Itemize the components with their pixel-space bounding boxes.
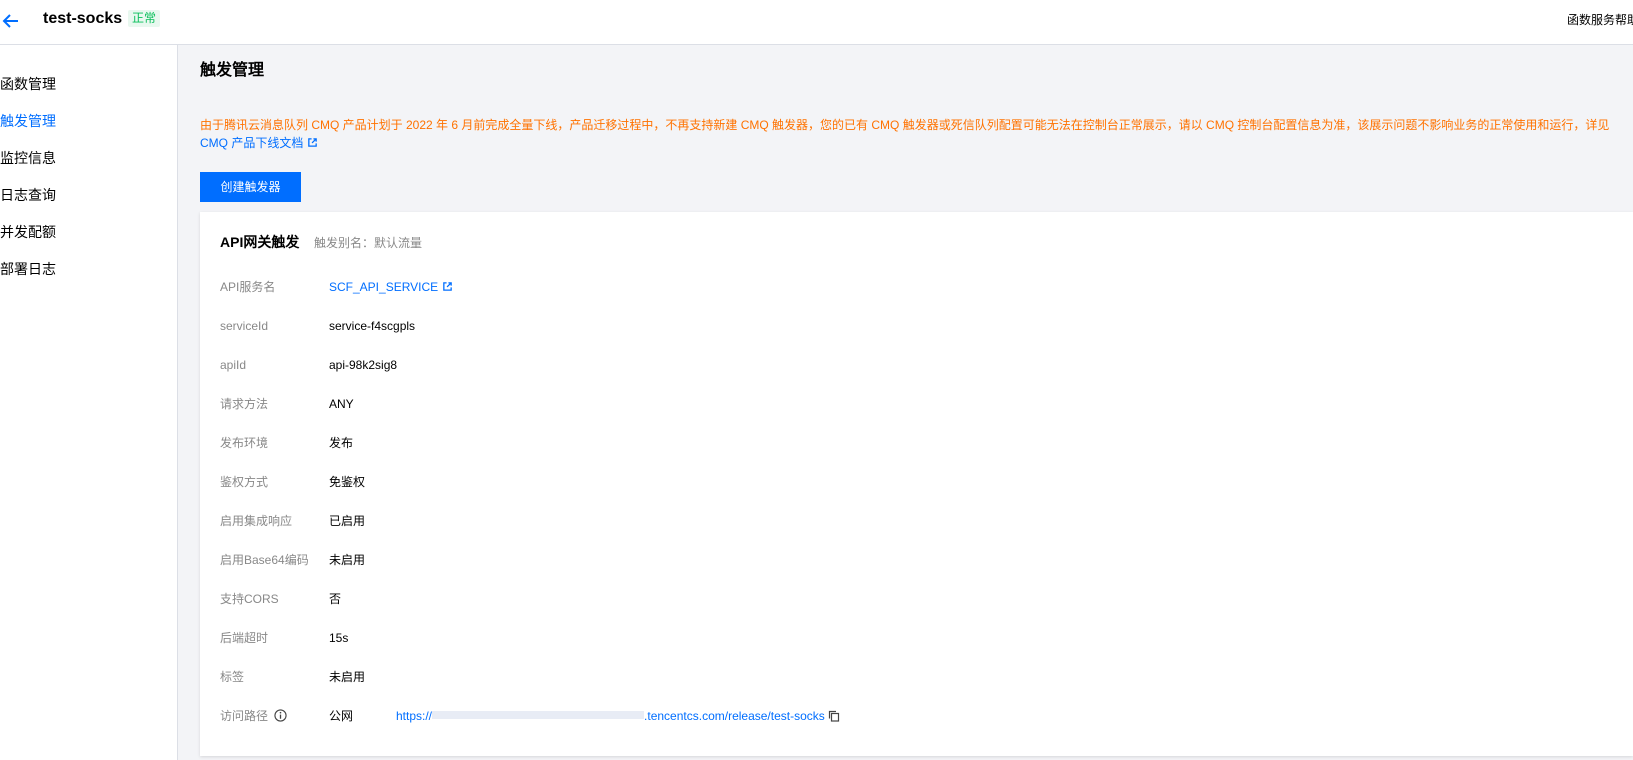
service-id-label: serviceId — [220, 319, 269, 333]
access-path-label-group: 访问路径 — [220, 708, 287, 724]
help-link[interactable]: 函数服务帮助 — [1567, 12, 1633, 28]
access-url[interactable]: https:// .tencentcs.com/release/test-sock… — [396, 708, 840, 724]
access-network-value: 公网 — [329, 709, 354, 723]
top-bar: test-socks 正常 函数服务帮助 — [0, 0, 1633, 45]
request-method-label: 请求方法 — [220, 397, 269, 411]
status-badge: 正常 — [128, 10, 161, 27]
cmq-notice: 由于腾讯云消息队列 CMQ 产品计划于 2022 年 6 月前完成全量下线，产品… — [200, 116, 1633, 152]
notice-doc-link[interactable]: CMQ 产品下线文档 — [200, 136, 303, 150]
external-link-icon[interactable] — [442, 281, 453, 292]
page-title: 触发管理 — [200, 62, 265, 79]
trigger-card: API网关触发 触发别名：默认流量 API服务名 SCF_API_SERVICE… — [200, 212, 1633, 756]
tags-value: 未启用 — [329, 670, 366, 684]
sidebar-item-log-query[interactable]: 日志查询 — [0, 186, 56, 204]
cors-label: 支持CORS — [220, 592, 279, 606]
external-link-icon[interactable] — [307, 137, 318, 148]
sidebar-item-deploy-logs[interactable]: 部署日志 — [0, 260, 56, 278]
request-method-value: ANY — [329, 397, 354, 411]
access-url-suffix[interactable]: .tencentcs.com/release/test-socks — [644, 709, 825, 723]
info-icon[interactable] — [274, 709, 287, 722]
api-service-link[interactable]: SCF_API_SERVICE — [329, 279, 453, 295]
sidebar-item-concurrency[interactable]: 并发配额 — [0, 223, 56, 241]
api-service-label: API服务名 — [220, 280, 276, 294]
trigger-type: API网关触发 — [220, 234, 300, 250]
back-arrow-icon[interactable] — [0, 10, 22, 32]
function-title: test-socks — [43, 10, 123, 27]
access-url-prefix[interactable]: https:// — [396, 709, 432, 723]
integrated-response-label: 启用集成响应 — [220, 514, 293, 528]
backend-timeout-label: 后端超时 — [220, 631, 269, 645]
url-redacted-segment — [432, 711, 645, 719]
tags-label: 标签 — [220, 670, 245, 684]
environment-label: 发布环境 — [220, 436, 269, 450]
copy-icon[interactable] — [828, 710, 840, 722]
base64-value: 未启用 — [329, 553, 366, 567]
access-path-label: 访问路径 — [220, 709, 269, 723]
notice-text: 由于腾讯云消息队列 CMQ 产品计划于 2022 年 6 月前完成全量下线，产品… — [200, 118, 1610, 132]
api-service-value[interactable]: SCF_API_SERVICE — [329, 280, 438, 294]
integrated-response-value: 已启用 — [329, 514, 366, 528]
sidebar: 函数管理 触发管理 监控信息 日志查询 并发配额 部署日志 — [0, 45, 178, 760]
cors-value: 否 — [329, 592, 342, 606]
base64-label: 启用Base64编码 — [220, 553, 309, 567]
backend-timeout-value: 15s — [329, 631, 349, 645]
sidebar-item-monitoring[interactable]: 监控信息 — [0, 149, 56, 167]
auth-method-value: 免鉴权 — [329, 475, 366, 489]
create-trigger-button[interactable]: 创建触发器 — [200, 172, 301, 202]
sidebar-item-trigger-management[interactable]: 触发管理 — [0, 112, 56, 130]
sidebar-item-function-management[interactable]: 函数管理 — [0, 75, 56, 93]
auth-method-label: 鉴权方式 — [220, 475, 269, 489]
api-id-label: apiId — [220, 358, 247, 372]
trigger-alias: 触发别名：默认流量 — [314, 236, 423, 250]
api-id-value: api-98k2sig8 — [329, 358, 398, 372]
environment-value: 发布 — [329, 436, 354, 450]
service-id-value: service-f4scgpls — [329, 319, 416, 333]
